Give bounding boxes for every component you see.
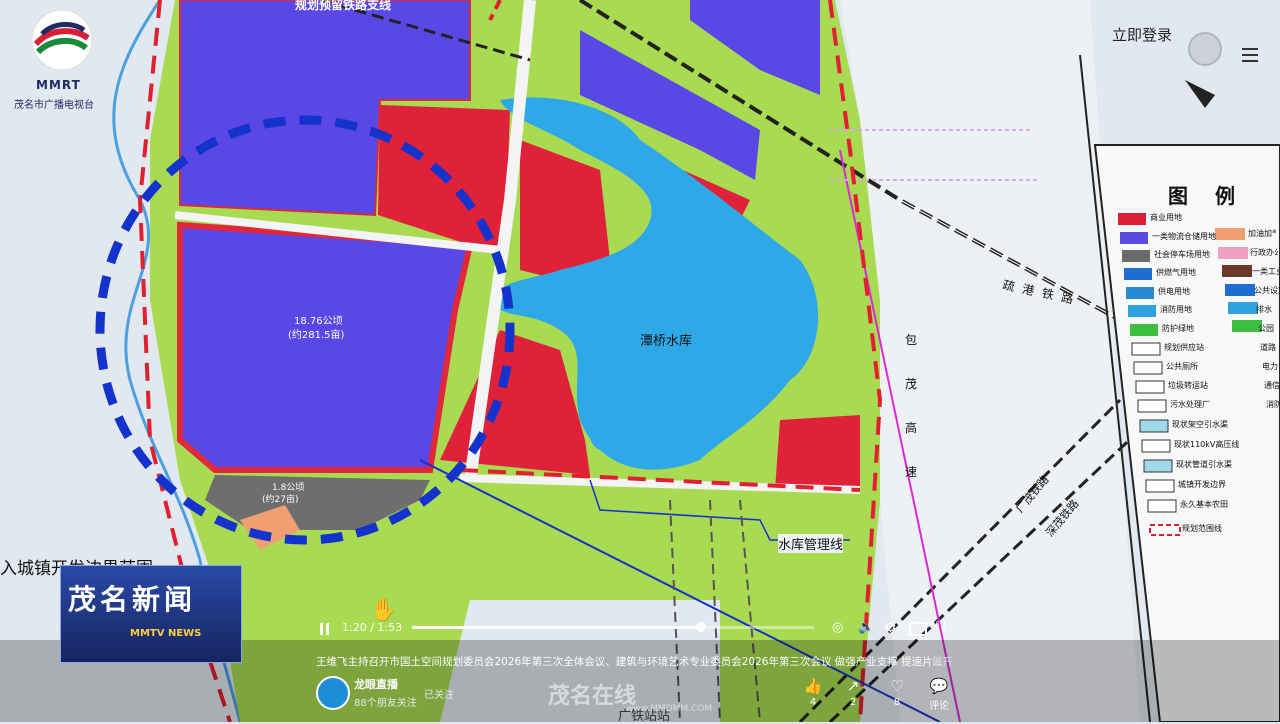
channel-followers: 88个朋友关注 — [354, 698, 417, 709]
thumb-up-icon: 👍 — [803, 677, 823, 695]
follow-button[interactable]: 已关注 — [424, 686, 454, 701]
expand-button[interactable]: 展开 — [932, 654, 953, 669]
watermark-text: 茂名在线 — [548, 684, 637, 709]
legend-item-label: 现状管道引水渠 — [1176, 460, 1232, 469]
like-count: 4 — [809, 697, 817, 708]
news-badge-title: 茂名新闻 — [68, 583, 197, 616]
legend-item-label: 商业用地 — [1150, 213, 1182, 222]
favorite-count: 8 — [893, 697, 901, 708]
legend-right-label: 公共设施 — [1254, 286, 1280, 295]
legend-item-label: 供燃气用地 — [1156, 268, 1196, 277]
legend-item-label: 公共厕所 — [1166, 362, 1198, 371]
legend-right-label: 通信 — [1264, 381, 1280, 390]
time-display: 1:20 / 1:53 — [342, 621, 403, 634]
pause-button[interactable] — [320, 620, 334, 636]
fullscreen-icon[interactable]: ⛶ — [936, 620, 952, 636]
station-name: 茂名市广播电视台 — [14, 100, 94, 111]
area-small-mu-label: (约27亩) — [262, 495, 299, 505]
legend-item-label: 城镇开发边界 — [1178, 480, 1226, 489]
area-main-label: 18.76公顷 — [294, 316, 343, 327]
danmaku-icon[interactable]: ◎ — [832, 620, 848, 636]
legend-right-label: 行政办公 — [1250, 248, 1278, 257]
legend-title: 图 例 — [1168, 184, 1245, 208]
avatar-icon[interactable] — [1188, 32, 1222, 66]
legend-right-label: 加油加气站 — [1248, 229, 1276, 238]
legend-right-label: 电力 — [1262, 362, 1278, 371]
share-icon: ↗ — [846, 677, 860, 695]
legend-right-label: 排水 — [1256, 305, 1272, 314]
comment-label: 评论 — [929, 701, 949, 712]
legend-item-label: 防护绿地 — [1162, 324, 1194, 333]
legend-right-label: 一类工业 — [1252, 267, 1280, 276]
login-button[interactable]: 立即登录 — [1112, 24, 1172, 45]
favorite-button[interactable]: ♡ 8 — [884, 676, 910, 708]
area-main-mu-label: (约281.5亩) — [288, 330, 345, 341]
legend-item-label: 永久基本农田 — [1180, 500, 1228, 509]
station-logo-text: MMRT — [36, 78, 81, 92]
legend-item-label: 社会停车场用地 — [1154, 250, 1210, 259]
comment-icon: 💬 — [929, 677, 949, 695]
share-count: 2 — [849, 697, 857, 708]
railway-label: 规划预留铁路支线 — [295, 0, 392, 12]
video-caption: 王维飞主持召开市国土空间规划委员会2026年第三次全体会议、建筑与环境艺术专业委… — [316, 656, 943, 668]
legend-right-label: 公园 — [1258, 324, 1274, 333]
legend-item-label: 供电用地 — [1158, 287, 1190, 296]
progress-track[interactable] — [702, 626, 814, 629]
volume-icon[interactable]: 🔈 — [858, 620, 874, 636]
legend-item-label: 现状架空引水渠 — [1172, 420, 1228, 429]
legend-item-label: 垃圾转运站 — [1168, 381, 1208, 390]
progress-knob[interactable] — [696, 622, 706, 632]
reservoir-label: 潭桥水库 — [640, 334, 693, 349]
channel-name[interactable]: 龙眼直播 — [354, 676, 398, 692]
hand-cursor-icon: ✋ — [370, 598, 398, 623]
legend-item-label: 现状110kV高压线 — [1174, 440, 1240, 449]
heart-icon: ♡ — [890, 677, 904, 695]
progress-played[interactable] — [412, 626, 701, 629]
legend-item-label: 一类物流仓储用地 — [1152, 232, 1216, 241]
legend-right-label: 道路 — [1260, 343, 1276, 352]
news-badge-subtitle: MMTV NEWS — [130, 628, 202, 639]
like-button[interactable]: 👍 4 — [800, 676, 826, 708]
watermark-url: www.MMDMM.COM — [626, 704, 713, 714]
pip-icon[interactable] — [909, 620, 927, 636]
mmrt-logo-icon — [31, 9, 93, 71]
share-button[interactable]: ↗ 2 — [840, 676, 866, 708]
comment-button[interactable]: 💬 评论 — [924, 676, 954, 712]
menu-icon[interactable] — [1242, 48, 1258, 62]
channel-avatar[interactable] — [316, 676, 350, 710]
legend-item-label: 污水处理厂 — [1170, 400, 1210, 409]
legend-item-label: 规划供应站 — [1164, 343, 1204, 352]
legend-item-label: 消防用地 — [1160, 305, 1192, 314]
reservoir-line-label: 水库管理线 — [778, 534, 844, 553]
legend-right-label: 消防 — [1266, 400, 1280, 409]
legend-item-label: 规划范围线 — [1182, 524, 1222, 533]
expressway-label: 包茂高速 — [905, 333, 918, 479]
settings-icon[interactable]: ⚙ — [884, 620, 900, 636]
